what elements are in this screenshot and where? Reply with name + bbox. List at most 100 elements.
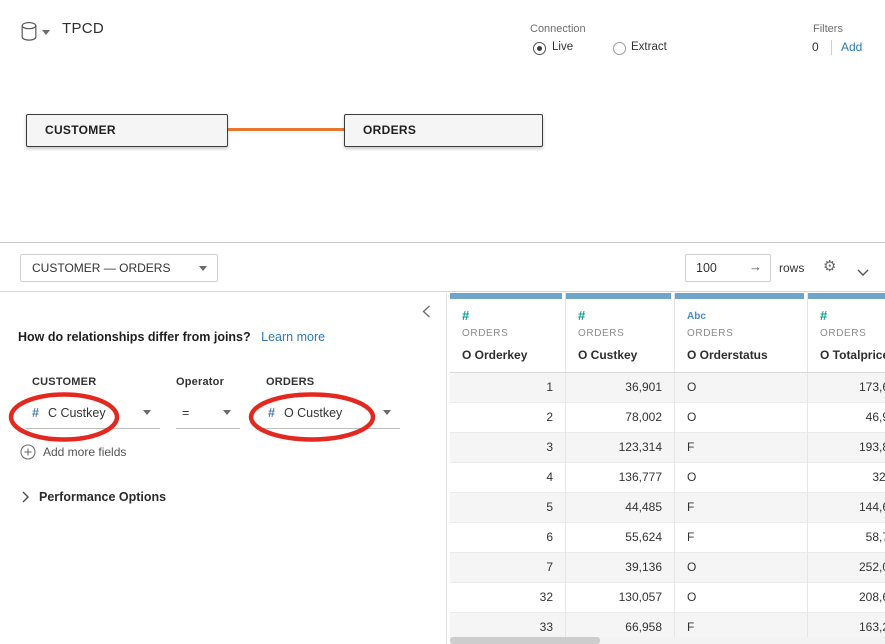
operator-label: Operator xyxy=(176,376,224,388)
extract-radio-label[interactable]: Extract xyxy=(631,41,667,53)
performance-options-toggle[interactable]: Performance Options xyxy=(22,490,166,504)
load-rows-arrow-icon[interactable]: → xyxy=(749,259,762,274)
relationship-selector-dropdown[interactable]: CUSTOMER — ORDERS xyxy=(20,254,218,282)
filters-count: 0 xyxy=(812,40,819,54)
grid-body: 136,901O173,6278,002O46,93123,314F193,84… xyxy=(450,373,885,643)
field-type-icon: # xyxy=(820,308,885,323)
relationship-canvas: CUSTOMER ORDERS xyxy=(0,62,885,242)
column-field-name: O Orderstatus xyxy=(687,348,807,362)
table-cell: 58,7 xyxy=(808,523,885,553)
right-field-dropdown[interactable]: # O Custkey xyxy=(262,397,400,429)
table-row: 655,624F58,7 xyxy=(450,523,885,553)
panel-body: How do relationships differ from joins? … xyxy=(0,293,885,644)
live-radio[interactable] xyxy=(533,42,546,55)
database-menu-caret-icon[interactable] xyxy=(42,30,50,35)
table-row: 32130,057O208,6 xyxy=(450,583,885,613)
relationship-help-row: How do relationships differ from joins? … xyxy=(18,330,325,344)
plus-circle-icon xyxy=(20,444,36,460)
field-type-icon: # xyxy=(462,308,565,323)
table-cell: 6 xyxy=(450,523,566,553)
filters-label: Filters xyxy=(813,23,843,35)
table-cell: F xyxy=(675,523,808,553)
relationship-editor-pane: How do relationships differ from joins? … xyxy=(0,293,447,644)
relationship-noodle[interactable] xyxy=(228,128,344,131)
field-type-icon: # xyxy=(578,308,674,323)
table-cell: 130,057 xyxy=(566,583,675,613)
table-cell: O xyxy=(675,583,808,613)
table-cell: 36,901 xyxy=(566,373,675,403)
column-accent-bar xyxy=(566,293,671,299)
live-radio-label[interactable]: Live xyxy=(552,41,573,53)
table-cell: 78,002 xyxy=(566,403,675,433)
scrollbar-thumb[interactable] xyxy=(450,637,600,644)
add-more-fields-label: Add more fields xyxy=(43,445,126,459)
column-table-name: ORDERS xyxy=(462,328,565,339)
column-accent-bar xyxy=(808,293,885,299)
table-cell: 39,136 xyxy=(566,553,675,583)
table-row: 3123,314F193,8 xyxy=(450,433,885,463)
add-more-fields-button[interactable]: Add more fields xyxy=(20,444,126,460)
table-cell: 173,6 xyxy=(808,373,885,403)
annotation-overlay xyxy=(0,293,447,644)
table-cell: 2 xyxy=(450,403,566,433)
table-cell: 252,0 xyxy=(808,553,885,583)
column-table-name: ORDERS xyxy=(820,328,885,339)
table-row: 278,002O46,9 xyxy=(450,403,885,433)
chevron-down-icon[interactable] xyxy=(857,264,869,282)
table-cell: O xyxy=(675,463,808,493)
table-row: 739,136O252,0 xyxy=(450,553,885,583)
row-count-input[interactable] xyxy=(686,255,746,281)
connection-label: Connection xyxy=(530,23,586,35)
database-icon[interactable] xyxy=(20,21,38,47)
table-cell: 32 xyxy=(450,583,566,613)
dropdown-caret-icon xyxy=(223,410,231,415)
rows-label: rows xyxy=(779,261,804,275)
table-cell: O xyxy=(675,373,808,403)
table-cell: 46,9 xyxy=(808,403,885,433)
grid-column-header[interactable]: # ORDERS O Orderkey xyxy=(450,293,566,372)
extract-radio[interactable] xyxy=(613,42,626,55)
right-field-value: O Custkey xyxy=(284,406,342,420)
right-table-label: ORDERS xyxy=(266,376,314,388)
datasource-header: TPCD Connection Live Extract Filters 0 A… xyxy=(0,0,885,62)
row-count-box: → xyxy=(685,254,771,282)
table-cell: 123,314 xyxy=(566,433,675,463)
grid-column-header[interactable]: Abc ORDERS O Orderstatus xyxy=(675,293,808,372)
table-node-orders[interactable]: ORDERS xyxy=(344,114,543,147)
column-table-name: ORDERS xyxy=(578,328,674,339)
dropdown-caret-icon xyxy=(199,266,207,271)
grid-column-header[interactable]: # ORDERS O Totalprice xyxy=(808,293,885,372)
data-preview-grid: # ORDERS O Orderkey # ORDERS O Custkey A… xyxy=(450,293,885,644)
gear-icon[interactable]: ⚙ xyxy=(823,258,836,276)
column-field-name: O Orderkey xyxy=(462,348,565,362)
column-accent-bar xyxy=(450,293,562,299)
operator-dropdown[interactable]: = xyxy=(176,397,240,429)
datasource-title: TPCD xyxy=(62,20,104,37)
table-cell: 136,777 xyxy=(566,463,675,493)
grid-column-header[interactable]: # ORDERS O Custkey xyxy=(566,293,675,372)
performance-options-label: Performance Options xyxy=(39,490,166,504)
field-type-icon: Abc xyxy=(687,308,807,323)
relationship-selector-label: CUSTOMER — ORDERS xyxy=(21,261,170,275)
table-node-customer[interactable]: CUSTOMER xyxy=(26,114,228,147)
table-cell: O xyxy=(675,403,808,433)
collapse-pane-chevron-icon[interactable] xyxy=(422,305,431,323)
table-cell: 193,8 xyxy=(808,433,885,463)
dropdown-caret-icon xyxy=(383,410,391,415)
table-cell: 7 xyxy=(450,553,566,583)
filters-divider xyxy=(831,40,832,55)
bottom-panel: CUSTOMER — ORDERS → rows ⚙ How do relati… xyxy=(0,242,885,644)
table-cell: 5 xyxy=(450,493,566,523)
chevron-right-icon xyxy=(22,491,29,503)
horizontal-scrollbar[interactable] xyxy=(450,637,885,644)
table-cell: 1 xyxy=(450,373,566,403)
filters-add-link[interactable]: Add xyxy=(841,40,862,54)
panel-toolbar: CUSTOMER — ORDERS → rows ⚙ xyxy=(0,243,885,292)
table-cell: 3 xyxy=(450,433,566,463)
column-accent-bar xyxy=(675,293,804,299)
learn-more-link[interactable]: Learn more xyxy=(261,330,325,344)
table-row: 4136,777O32, xyxy=(450,463,885,493)
left-field-dropdown[interactable]: # C Custkey xyxy=(26,397,160,429)
table-cell: 144,6 xyxy=(808,493,885,523)
grid-header-row: # ORDERS O Orderkey # ORDERS O Custkey A… xyxy=(450,293,885,373)
